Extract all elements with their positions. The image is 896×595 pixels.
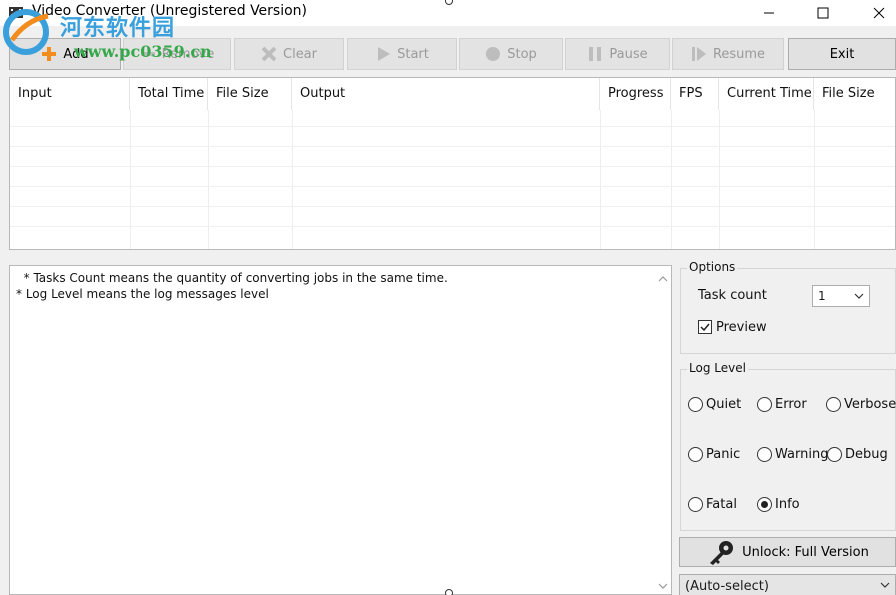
chevron-up-icon bbox=[658, 275, 667, 281]
codec-select[interactable]: (Auto-select) bbox=[679, 574, 896, 595]
column-header-fps[interactable]: FPS bbox=[671, 78, 719, 110]
radio-circle bbox=[688, 496, 703, 512]
log-line: * Log Level means the log messages level bbox=[16, 287, 269, 301]
options-title: Options bbox=[687, 260, 738, 274]
log-line: * Tasks Count means the quantity of conv… bbox=[16, 271, 448, 285]
watermark-site-name: 河东软件园 bbox=[60, 15, 176, 41]
radio-circle bbox=[827, 446, 842, 462]
empty-grid-row bbox=[10, 146, 895, 166]
radio-fatal[interactable]: Fatal bbox=[688, 495, 737, 513]
empty-grid-row bbox=[10, 186, 895, 206]
column-header-current-time[interactable]: Current Time bbox=[719, 78, 814, 110]
watermark-logo bbox=[3, 9, 49, 55]
radio-verbose[interactable]: Verbose bbox=[826, 395, 896, 413]
clear-button[interactable]: Clear bbox=[234, 38, 344, 70]
radio-circle-selected bbox=[757, 496, 772, 512]
radio-label: Verbose bbox=[844, 396, 896, 412]
minimize-button[interactable] bbox=[746, 0, 792, 26]
codec-select-value: (Auto-select) bbox=[685, 579, 769, 594]
radio-label: Fatal bbox=[706, 496, 737, 512]
resume-label: Resume bbox=[712, 46, 766, 62]
grid-header: Input Total Time File Size Output Progre… bbox=[10, 78, 895, 110]
radio-label: Quiet bbox=[706, 396, 742, 412]
empty-grid-row bbox=[10, 226, 895, 246]
radio-circle bbox=[688, 446, 703, 462]
resume-icon bbox=[691, 47, 706, 61]
start-button[interactable]: Start bbox=[347, 38, 457, 70]
radio-circle bbox=[757, 446, 772, 462]
empty-grid-row bbox=[10, 126, 895, 146]
watermark-url: www.pc0359.cn bbox=[74, 42, 212, 61]
checkmark-icon bbox=[700, 323, 710, 332]
column-header-output[interactable]: Output bbox=[292, 78, 600, 110]
radio-label: Debug bbox=[845, 446, 888, 462]
pause-icon bbox=[589, 47, 602, 61]
minimize-icon bbox=[764, 12, 774, 14]
stop-button[interactable]: Stop bbox=[459, 38, 563, 70]
log-level-group: Log Level Quiet Error Verbose Panic Warn… bbox=[680, 361, 896, 531]
radio-label: Warning bbox=[775, 446, 829, 462]
exit-label: Exit bbox=[829, 46, 855, 62]
chevron-down-icon bbox=[880, 582, 890, 588]
exit-button[interactable]: Exit bbox=[788, 38, 896, 70]
pause-button[interactable]: Pause bbox=[565, 38, 670, 70]
clear-label: Clear bbox=[283, 46, 317, 62]
close-button[interactable] bbox=[856, 0, 896, 26]
maximize-button[interactable] bbox=[800, 0, 846, 26]
radio-debug[interactable]: Debug bbox=[827, 445, 888, 463]
log-level-title: Log Level bbox=[687, 361, 748, 375]
close-icon bbox=[873, 7, 885, 19]
radio-error[interactable]: Error bbox=[757, 395, 807, 413]
unlock-full-version-button[interactable]: Unlock: Full Version bbox=[679, 537, 896, 567]
radio-circle bbox=[826, 396, 841, 412]
radio-info[interactable]: Info bbox=[757, 495, 800, 513]
resume-button[interactable]: Resume bbox=[672, 38, 784, 70]
task-count-value: 1 bbox=[818, 289, 826, 303]
log-scrollbar[interactable] bbox=[654, 266, 671, 594]
radio-label: Panic bbox=[706, 446, 741, 462]
start-label: Start bbox=[397, 46, 429, 62]
pane-splitter[interactable] bbox=[0, 250, 896, 264]
log-textarea[interactable]: * Tasks Count means the quantity of conv… bbox=[9, 265, 672, 595]
clear-icon bbox=[261, 46, 277, 62]
column-header-total-time[interactable]: Total Time bbox=[130, 78, 208, 110]
scroll-down-button[interactable] bbox=[656, 579, 669, 592]
radio-panic[interactable]: Panic bbox=[688, 445, 740, 463]
empty-grid-row bbox=[10, 206, 895, 226]
radio-quiet[interactable]: Quiet bbox=[688, 395, 741, 413]
column-header-file-size[interactable]: File Size bbox=[208, 78, 292, 110]
task-count-label: Task count bbox=[698, 288, 767, 303]
key-icon bbox=[710, 541, 734, 565]
unlock-label: Unlock: Full Version bbox=[742, 544, 869, 560]
empty-grid-row bbox=[10, 166, 895, 186]
column-header-progress[interactable]: Progress bbox=[600, 78, 671, 110]
column-header-input[interactable]: Input bbox=[10, 78, 130, 110]
video-converter-window: Video Converter (Unregistered Version) A… bbox=[0, 0, 896, 595]
task-count-select[interactable]: 1 bbox=[812, 285, 870, 307]
radio-circle bbox=[757, 396, 772, 412]
column-header-output-file-size[interactable]: File Size bbox=[814, 78, 896, 110]
preview-label: Preview bbox=[716, 320, 767, 335]
radio-label: Info bbox=[775, 496, 800, 512]
maximize-icon bbox=[817, 7, 829, 19]
options-group: Options Task count 1 Preview bbox=[680, 260, 896, 354]
resize-handle[interactable] bbox=[445, 589, 453, 595]
start-icon bbox=[378, 47, 391, 61]
radio-label: Error bbox=[775, 396, 807, 412]
preview-checkbox[interactable] bbox=[698, 320, 712, 334]
chevron-down-icon bbox=[854, 293, 864, 299]
stop-label: Stop bbox=[507, 46, 537, 62]
radio-circle bbox=[688, 396, 703, 412]
task-grid[interactable]: Input Total Time File Size Output Progre… bbox=[9, 77, 896, 250]
radio-warning[interactable]: Warning bbox=[757, 445, 828, 463]
pause-label: Pause bbox=[609, 46, 648, 62]
chevron-down-icon bbox=[658, 583, 667, 589]
scroll-up-button[interactable] bbox=[656, 272, 669, 285]
stop-icon bbox=[486, 47, 501, 61]
